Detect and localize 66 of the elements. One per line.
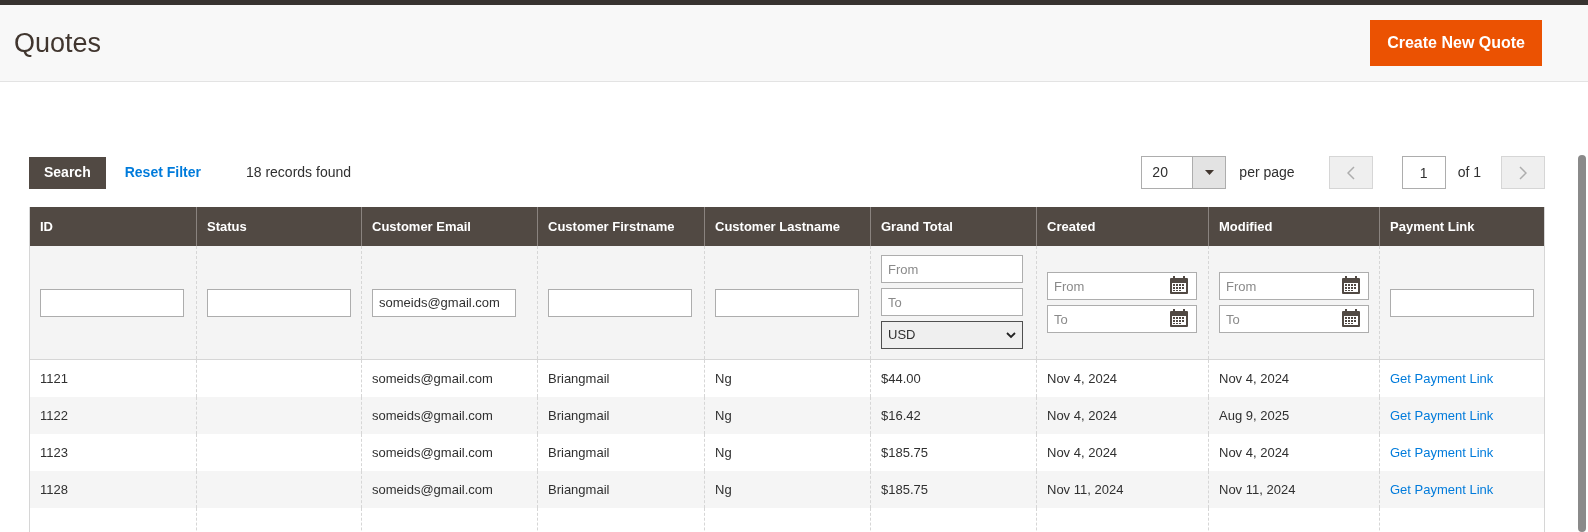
- table-cell-text: Ng: [715, 406, 732, 425]
- table-cell-text: 1122: [40, 406, 68, 425]
- calendar-icon[interactable]: [1169, 275, 1189, 295]
- payment-link[interactable]: Get Payment Link: [1390, 442, 1494, 463]
- next-page-button[interactable]: [1501, 156, 1545, 189]
- table-cell-text: someids@gmail.com: [372, 480, 493, 499]
- filter-field[interactable]: [1390, 288, 1534, 317]
- filter-field[interactable]: [40, 288, 184, 317]
- per-page-label: per page: [1239, 163, 1295, 182]
- reset-filter-link[interactable]: Reset Filter: [124, 162, 201, 183]
- table-cell-text: someids@gmail.com: [372, 443, 493, 462]
- table-cell-text: 1121: [40, 369, 68, 388]
- table-cell-text: Briangmail: [548, 369, 610, 388]
- page-number-field[interactable]: 1: [1401, 156, 1446, 189]
- chevron-down-icon: [1006, 331, 1016, 339]
- filter-field[interactable]: From: [1219, 272, 1369, 300]
- table-cell-text: Nov 11, 2024: [1219, 480, 1296, 499]
- table-cell-text: $185.75: [881, 443, 928, 462]
- chevron-left-icon: [1346, 165, 1355, 180]
- table-cell-text: Briangmail: [548, 443, 610, 462]
- column-header[interactable]: ID: [30, 207, 196, 246]
- per-page-select[interactable]: 20: [1141, 156, 1227, 189]
- table-cell-text: 1128: [40, 480, 68, 499]
- payment-link[interactable]: Get Payment Link: [1390, 405, 1494, 426]
- filter-field[interactable]: someids@gmail.com: [372, 288, 516, 317]
- table-cell-text: Ng: [715, 443, 732, 462]
- table-cell-text: Nov 4, 2024: [1047, 443, 1118, 462]
- records-count: 18 records found: [245, 163, 352, 182]
- table-cell-text: someids@gmail.com: [372, 406, 493, 425]
- filter-field[interactable]: To: [1219, 305, 1369, 333]
- scrollbar-thumb[interactable]: [1578, 155, 1586, 532]
- calendar-icon[interactable]: [1169, 308, 1189, 328]
- page-title: Quotes: [14, 26, 102, 60]
- filter-field[interactable]: [207, 288, 351, 317]
- calendar-icon[interactable]: [1341, 275, 1361, 295]
- caret-down-icon: [1204, 170, 1214, 175]
- filter-field[interactable]: To: [1047, 305, 1197, 333]
- table-cell-text: 1123: [40, 443, 68, 462]
- create-quote-button[interactable]: Create New Quote: [1370, 20, 1542, 66]
- filter-field[interactable]: [715, 288, 859, 317]
- table-cell-text: Briangmail: [548, 406, 610, 425]
- payment-link[interactable]: Get Payment Link: [1390, 479, 1494, 500]
- filter-field[interactable]: From: [1047, 272, 1197, 300]
- filter-field[interactable]: To: [881, 288, 1023, 316]
- table-cell-text: Nov 11, 2024: [1047, 480, 1124, 499]
- chevron-right-icon: [1519, 165, 1527, 180]
- table-cell-text: Nov 4, 2024: [1047, 406, 1118, 425]
- table-cell-text: $44.00: [881, 369, 921, 388]
- table-cell-text: Nov 4, 2024: [1219, 443, 1290, 462]
- table-cell-text: Nov 4, 2024: [1047, 369, 1118, 388]
- previous-page-button[interactable]: [1328, 156, 1373, 189]
- table-cell-text: $185.75: [881, 480, 928, 499]
- table-cell-text: $16.42: [881, 406, 921, 425]
- calendar-icon[interactable]: [1341, 308, 1361, 328]
- table-cell-text: Ng: [715, 480, 732, 499]
- table-cell-text: Ng: [715, 369, 732, 388]
- table-cell-text: Aug 9, 2025: [1219, 406, 1290, 425]
- page-total: of 1: [1457, 163, 1481, 182]
- search-button[interactable]: Search: [29, 156, 106, 189]
- filter-field[interactable]: [548, 288, 692, 317]
- filter-field[interactable]: From: [881, 255, 1023, 283]
- table-cell-text: Nov 4, 2024: [1219, 369, 1290, 388]
- payment-link[interactable]: Get Payment Link: [1390, 368, 1494, 389]
- table-cell-text: Briangmail: [548, 480, 610, 499]
- table-cell-text: someids@gmail.com: [372, 369, 493, 388]
- currency-select[interactable]: USD: [881, 321, 1023, 349]
